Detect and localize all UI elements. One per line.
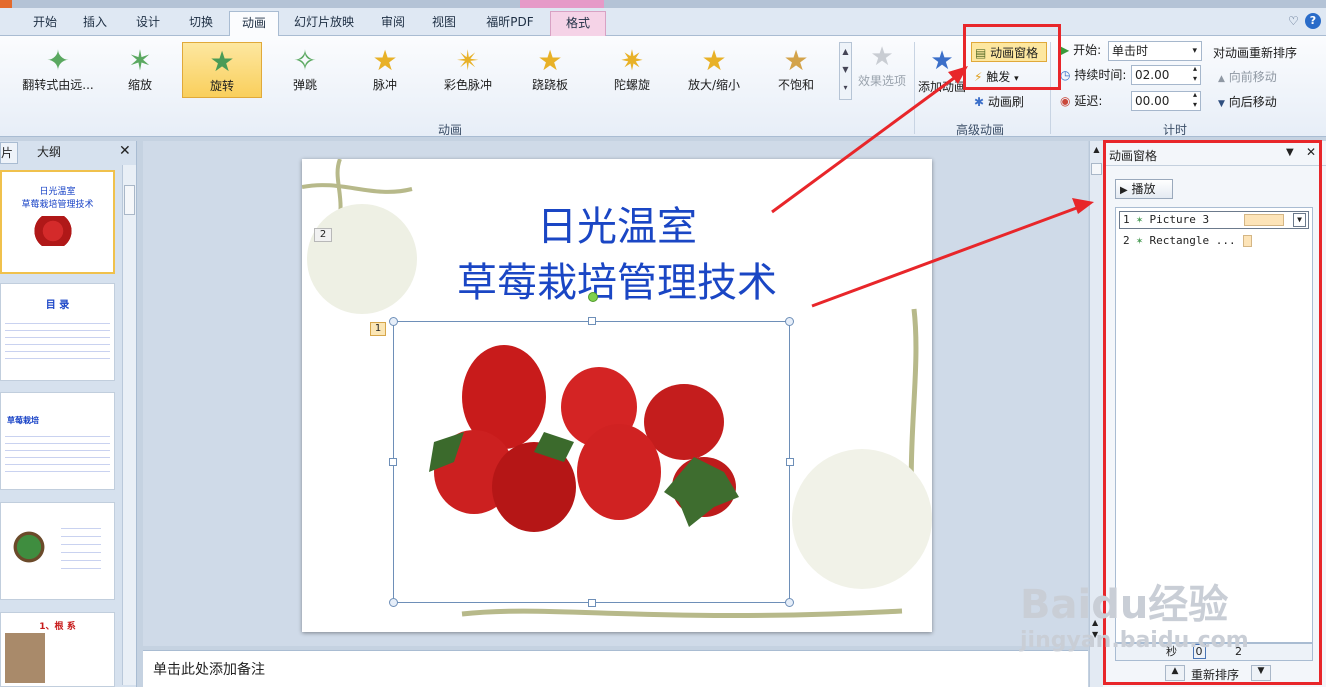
watermark-logo: Baidu经验 [1020, 582, 1229, 628]
watermark-url: jingyan.baidu.com [1020, 628, 1249, 653]
